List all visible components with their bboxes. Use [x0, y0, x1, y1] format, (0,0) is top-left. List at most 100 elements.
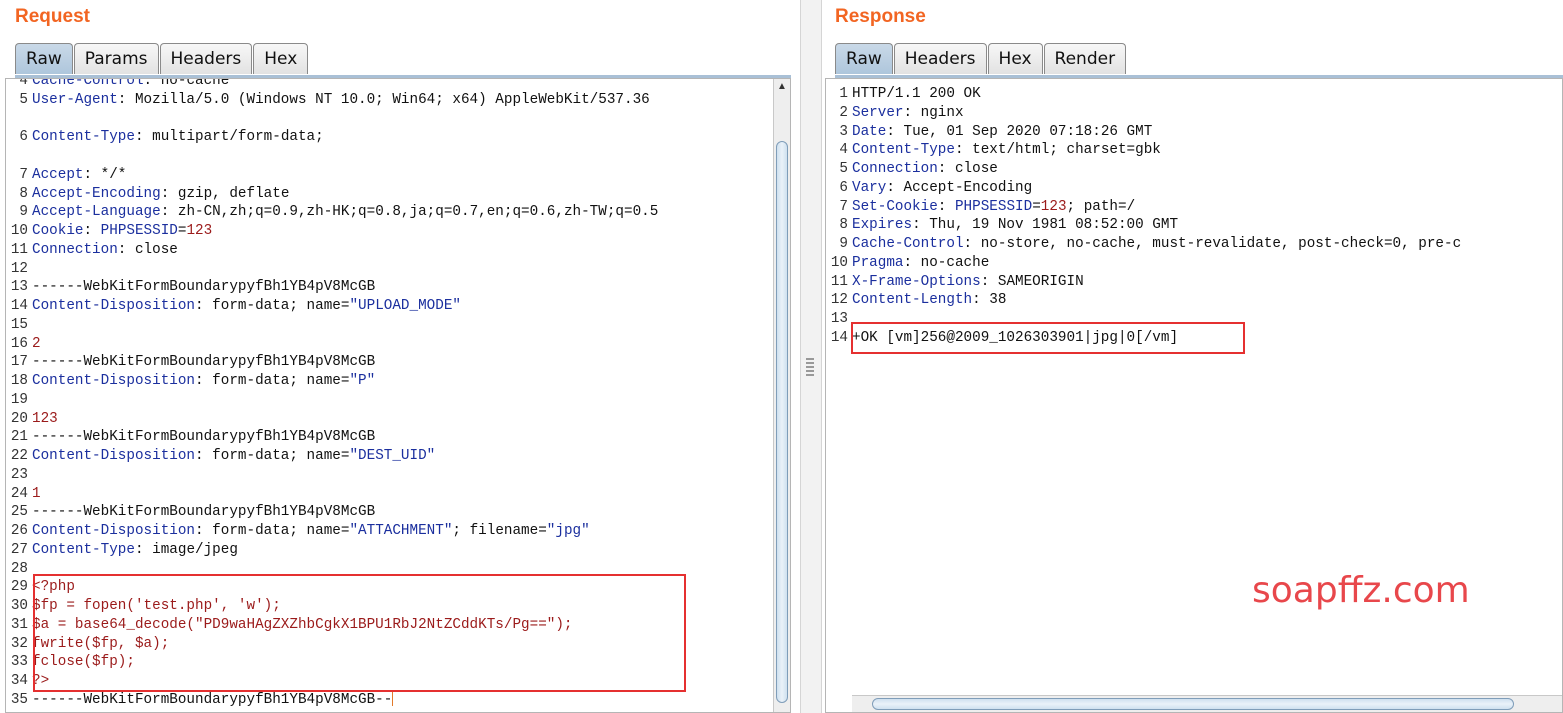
line-number: 28	[10, 560, 28, 577]
line-text: Content-Disposition: form-data; name="AT…	[32, 523, 590, 539]
line-number: 11	[830, 273, 848, 290]
request-line: 4 Cache-Control: no-cache	[6, 78, 790, 91]
line-number: 6	[839, 179, 848, 196]
line-text: Content-Type: text/html; charset=gbk	[852, 142, 1161, 159]
request-scroll-thumb[interactable]	[776, 141, 788, 703]
line-number: 24	[10, 485, 28, 502]
response-horizontal-scrollbar[interactable]	[852, 695, 1562, 712]
request-line: 28	[6, 560, 790, 579]
line-number: 34	[10, 673, 28, 689]
tab-raw[interactable]: Raw	[835, 43, 893, 74]
line-number: 21	[10, 429, 28, 446]
line-number: 10	[830, 254, 848, 271]
tab-render[interactable]: Render	[1043, 43, 1127, 74]
response-line: 2 Server: nginx	[826, 104, 1562, 123]
response-hscroll-thumb[interactable]	[872, 698, 1514, 710]
request-vertical-scrollbar[interactable]: ▲	[773, 79, 790, 712]
request-line: 35 ------WebKitFormBoundarypyfBh1YB4pV8Mc…	[6, 691, 790, 710]
response-title: Response	[835, 6, 926, 27]
line-text: Cookie: PHPSESSID=123	[32, 223, 213, 239]
line-number: 6	[19, 129, 28, 146]
response-line: 4 Content-Type: text/html; charset=gbk	[826, 141, 1562, 160]
line-number: 14	[830, 329, 848, 346]
line-number: 9	[19, 204, 28, 221]
line-number: 4	[839, 142, 848, 159]
request-line: 23	[6, 466, 790, 485]
split-divider[interactable]	[800, 0, 822, 713]
line-number: 23	[10, 466, 28, 483]
response-line: 13	[826, 310, 1562, 329]
line-number: 4	[19, 78, 28, 89]
response-line: 9 Cache-Control: no-store, no-cache, must…	[826, 235, 1562, 254]
divider-grip-icon[interactable]	[806, 358, 814, 378]
line-number: 18	[10, 373, 28, 389]
tab-headers[interactable]: Headers	[893, 43, 987, 74]
line-text: ------WebKitFormBoundarypyfBh1YB4pV8McGB	[32, 504, 376, 521]
line-number: 3	[839, 123, 848, 140]
line-text: Accept: */*	[32, 166, 127, 183]
line-number: 9	[839, 236, 848, 252]
request-line: 11 Connection: close	[6, 241, 790, 260]
response-lines: 1 HTTP/1.1 200 OK 2 Server: nginx 3 Date: Tue…	[826, 85, 1562, 348]
line-number: 8	[19, 185, 28, 202]
request-line: 6 Content-Type: multipart/form-data;	[6, 128, 790, 147]
response-line: 6 Vary: Accept-Encoding	[826, 179, 1562, 198]
request-line: 34 ?>	[6, 672, 790, 691]
request-line: 30 $fp = fopen('test.php', 'w');	[6, 597, 790, 616]
request-editor[interactable]: 4 Cache-Control: no-cache 5 User-Agent: Moz…	[5, 78, 791, 713]
request-line	[6, 147, 790, 166]
response-editor[interactable]: 1 HTTP/1.1 200 OK 2 Server: nginx 3 Date: Tue…	[825, 78, 1563, 713]
tab-headers[interactable]: Headers	[159, 43, 253, 74]
line-text: <?php	[32, 579, 75, 596]
line-number: 11	[10, 241, 28, 258]
request-line: 24 1	[6, 485, 790, 504]
line-text: ?>	[32, 673, 50, 689]
line-number: 10	[10, 223, 28, 239]
line-text: fwrite($fp, $a);	[32, 635, 170, 652]
line-text: +OK [vm]256@2009_1026303901|jpg|0[/vm]	[852, 329, 1179, 346]
request-line: 5 User-Agent: Mozilla/5.0 (Windows NT 10.…	[6, 91, 790, 110]
line-number: 19	[10, 391, 28, 408]
line-text: User-Agent: Mozilla/5.0 (Windows NT 10.0…	[32, 91, 650, 108]
line-number: 16	[10, 335, 28, 352]
request-line: 12	[6, 260, 790, 279]
line-number: 2	[839, 104, 848, 121]
line-number: 22	[10, 448, 28, 464]
line-number: 14	[10, 298, 28, 314]
request-line: 33 fclose($fp);	[6, 653, 790, 672]
response-line: 10 Pragma: no-cache	[826, 254, 1562, 273]
line-number: 31	[10, 616, 28, 633]
line-number: 27	[10, 541, 28, 558]
tab-params[interactable]: Params	[73, 43, 159, 74]
request-line	[6, 110, 790, 129]
line-text: Content-Disposition: form-data; name="DE…	[32, 448, 436, 464]
response-line: 14 +OK [vm]256@2009_1026303901|jpg|0[/vm]	[826, 329, 1562, 348]
tab-hex[interactable]: Hex	[253, 43, 309, 74]
line-text: 123	[32, 410, 58, 427]
tab-raw[interactable]: Raw	[15, 43, 73, 74]
line-number: 13	[830, 311, 848, 327]
line-number: 17	[10, 354, 28, 371]
line-number: 12	[830, 292, 848, 309]
line-text: Cache-Control: no-cache	[32, 78, 230, 89]
line-text: Content-Disposition: form-data; name="P"	[32, 373, 376, 389]
text-cursor	[392, 691, 394, 707]
scroll-up-icon[interactable]: ▲	[774, 81, 790, 92]
line-number	[6, 147, 32, 166]
line-text: ------WebKitFormBoundarypyfBh1YB4pV8McGB	[32, 429, 376, 446]
line-number: 15	[10, 316, 28, 333]
request-line: 20 123	[6, 410, 790, 429]
line-text: Accept-Encoding: gzip, deflate	[32, 185, 290, 202]
line-text: Vary: Accept-Encoding	[852, 179, 1033, 196]
request-line: 25 ------WebKitFormBoundarypyfBh1YB4pV8Mc…	[6, 503, 790, 522]
request-line: 10 Cookie: PHPSESSID=123	[6, 222, 790, 241]
line-text: ------WebKitFormBoundarypyfBh1YB4pV8McGB	[32, 279, 376, 296]
response-line: 3 Date: Tue, 01 Sep 2020 07:18:26 GMT	[826, 123, 1562, 142]
line-text: Server: nginx	[852, 104, 964, 121]
line-text: Accept-Language: zh-CN,zh;q=0.9,zh-HK;q=…	[32, 204, 659, 221]
request-line: 21 ------WebKitFormBoundarypyfBh1YB4pV8Mc…	[6, 428, 790, 447]
request-line: 19	[6, 391, 790, 410]
line-number: 33	[10, 654, 28, 671]
tab-hex[interactable]: Hex	[987, 43, 1043, 74]
line-text: 1	[32, 485, 41, 502]
